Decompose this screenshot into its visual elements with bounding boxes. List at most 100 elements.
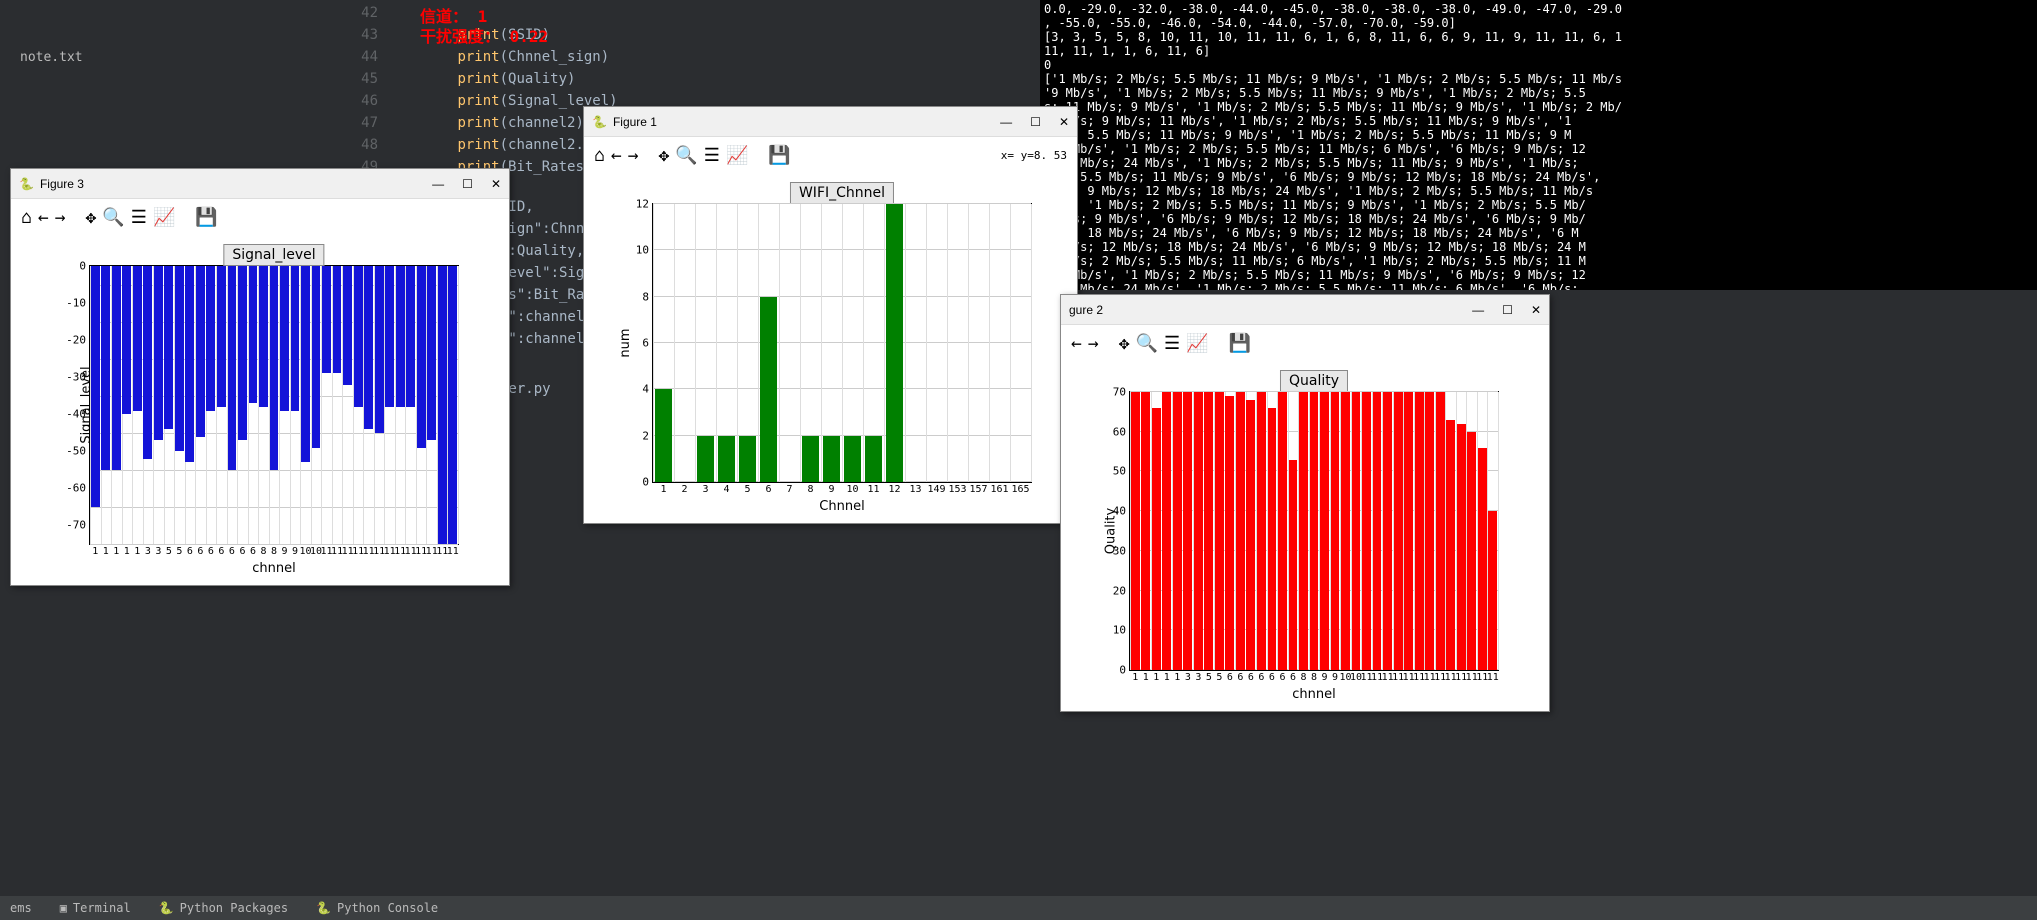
figure-canvas: Quality Quality chnnel 010203040506070 1… xyxy=(1061,361,1549,711)
bar xyxy=(143,266,152,459)
figure-window-1[interactable]: 🐍Figure 1 — ☐ ✕ ⌂ ← → ✥ 🔍 ☰ 📈 💾 x= y=8. … xyxy=(583,106,1078,524)
pan-icon[interactable]: ✥ xyxy=(659,145,670,166)
close-icon[interactable]: ✕ xyxy=(1059,115,1069,129)
bar xyxy=(1194,392,1203,670)
pan-icon[interactable]: ✥ xyxy=(1119,333,1130,354)
plot-title: WIFI_Chnnel xyxy=(790,182,894,204)
bar xyxy=(1415,392,1424,670)
bar xyxy=(655,389,673,482)
bar xyxy=(1320,392,1329,670)
bar xyxy=(322,266,331,373)
bar xyxy=(164,266,173,429)
bar xyxy=(112,266,121,470)
bar xyxy=(1362,392,1371,670)
bar xyxy=(1215,392,1224,670)
bar xyxy=(823,436,841,482)
bar xyxy=(196,266,205,437)
close-icon[interactable]: ✕ xyxy=(1531,303,1541,317)
bar xyxy=(1478,448,1487,670)
bar xyxy=(1162,392,1171,670)
bar xyxy=(1183,392,1192,670)
figure-window-3[interactable]: 🐍Figure 3 — ☐ ✕ ⌂ ← → ✥ 🔍 ☰ 📈 💾 Signal_l… xyxy=(10,168,510,586)
bar xyxy=(333,266,342,373)
project-file[interactable]: note.txt xyxy=(20,50,340,65)
plot-xlabel: chnnel xyxy=(1292,687,1335,702)
bar xyxy=(175,266,184,451)
output-terminal[interactable]: 0.0, -29.0, -32.0, -38.0, -44.0, -45.0, … xyxy=(1040,0,2037,290)
bottombar-console[interactable]: 🐍 Python Console xyxy=(316,901,438,915)
bar xyxy=(312,266,321,448)
axes-icon[interactable]: 📈 xyxy=(1186,333,1208,354)
configure-icon[interactable]: ☰ xyxy=(131,207,147,228)
minimize-icon[interactable]: — xyxy=(1000,115,1012,129)
bar xyxy=(343,266,352,385)
back-icon[interactable]: ← xyxy=(611,145,622,166)
figure-toolbar: ⌂ ← → ✥ 🔍 ☰ 📈 💾 xyxy=(11,199,509,235)
bottombar-item[interactable]: ems xyxy=(10,901,32,915)
bar xyxy=(301,266,310,462)
bar xyxy=(1152,408,1161,670)
bar xyxy=(1352,392,1361,670)
save-icon[interactable]: 💾 xyxy=(768,145,790,166)
minimize-icon[interactable]: — xyxy=(432,177,444,191)
save-icon[interactable]: 💾 xyxy=(195,207,217,228)
home-icon[interactable]: ⌂ xyxy=(21,207,32,228)
zoom-icon[interactable]: 🔍 xyxy=(102,207,124,228)
axes-icon[interactable]: 📈 xyxy=(726,145,748,166)
maximize-icon[interactable]: ☐ xyxy=(462,177,473,191)
overlay-channel: 信道： 1 xyxy=(420,6,487,28)
back-icon[interactable]: ← xyxy=(38,207,49,228)
bar xyxy=(739,436,757,482)
maximize-icon[interactable]: ☐ xyxy=(1030,115,1041,129)
plot-xlabel: Chnnel xyxy=(819,499,864,514)
close-icon[interactable]: ✕ xyxy=(491,177,501,191)
bar xyxy=(406,266,415,407)
zoom-icon[interactable]: 🔍 xyxy=(1136,333,1158,354)
figure-canvas: Signal_level Signal_level chnnel 0-10-20… xyxy=(11,235,509,585)
bar xyxy=(185,266,194,462)
home-icon[interactable]: ⌂ xyxy=(594,145,605,166)
figure-titlebar[interactable]: 🐍Figure 3 — ☐ ✕ xyxy=(11,169,509,199)
figure-title-text: gure 2 xyxy=(1069,303,1103,317)
bar xyxy=(385,266,394,407)
bar xyxy=(1131,392,1140,670)
bar xyxy=(1141,392,1150,670)
maximize-icon[interactable]: ☐ xyxy=(1502,303,1513,317)
bar xyxy=(1204,392,1213,670)
bar xyxy=(1404,392,1413,670)
plot-title: Quality xyxy=(1280,370,1348,392)
forward-icon[interactable]: → xyxy=(1088,333,1099,354)
configure-icon[interactable]: ☰ xyxy=(704,145,720,166)
forward-icon[interactable]: → xyxy=(55,207,66,228)
pan-icon[interactable]: ✥ xyxy=(86,207,97,228)
bottombar-terminal[interactable]: ▣ Terminal xyxy=(60,901,131,915)
bar xyxy=(448,266,457,544)
bar xyxy=(1268,408,1277,670)
overlay-interference: 干扰强度： 0.22 xyxy=(420,26,548,48)
figure-window-2[interactable]: gure 2 — ☐ ✕ ← → ✥ 🔍 ☰ 📈 💾 Quality Quali… xyxy=(1060,294,1550,712)
bar xyxy=(1436,392,1445,670)
back-icon[interactable]: ← xyxy=(1071,333,1082,354)
zoom-icon[interactable]: 🔍 xyxy=(675,145,697,166)
bar xyxy=(844,436,862,482)
minimize-icon[interactable]: — xyxy=(1472,303,1484,317)
bar xyxy=(122,266,131,414)
figure-toolbar: ← → ✥ 🔍 ☰ 📈 💾 xyxy=(1061,325,1549,361)
bar xyxy=(270,266,279,470)
forward-icon[interactable]: → xyxy=(628,145,639,166)
figure-titlebar[interactable]: 🐍Figure 1 — ☐ ✕ xyxy=(584,107,1077,137)
axes-icon[interactable]: 📈 xyxy=(153,207,175,228)
bar xyxy=(1488,511,1497,670)
bottombar-packages[interactable]: 🐍 Python Packages xyxy=(159,901,288,915)
save-icon[interactable]: 💾 xyxy=(1229,333,1251,354)
plot-title: Signal_level xyxy=(223,244,324,266)
configure-icon[interactable]: ☰ xyxy=(1164,333,1180,354)
bar xyxy=(1225,396,1234,670)
bar xyxy=(1394,392,1403,670)
figure-titlebar[interactable]: gure 2 — ☐ ✕ xyxy=(1061,295,1549,325)
bar xyxy=(417,266,426,448)
figure-title-text: Figure 3 xyxy=(40,177,84,191)
bar xyxy=(217,266,226,407)
bar xyxy=(865,436,883,482)
bar xyxy=(375,266,384,433)
